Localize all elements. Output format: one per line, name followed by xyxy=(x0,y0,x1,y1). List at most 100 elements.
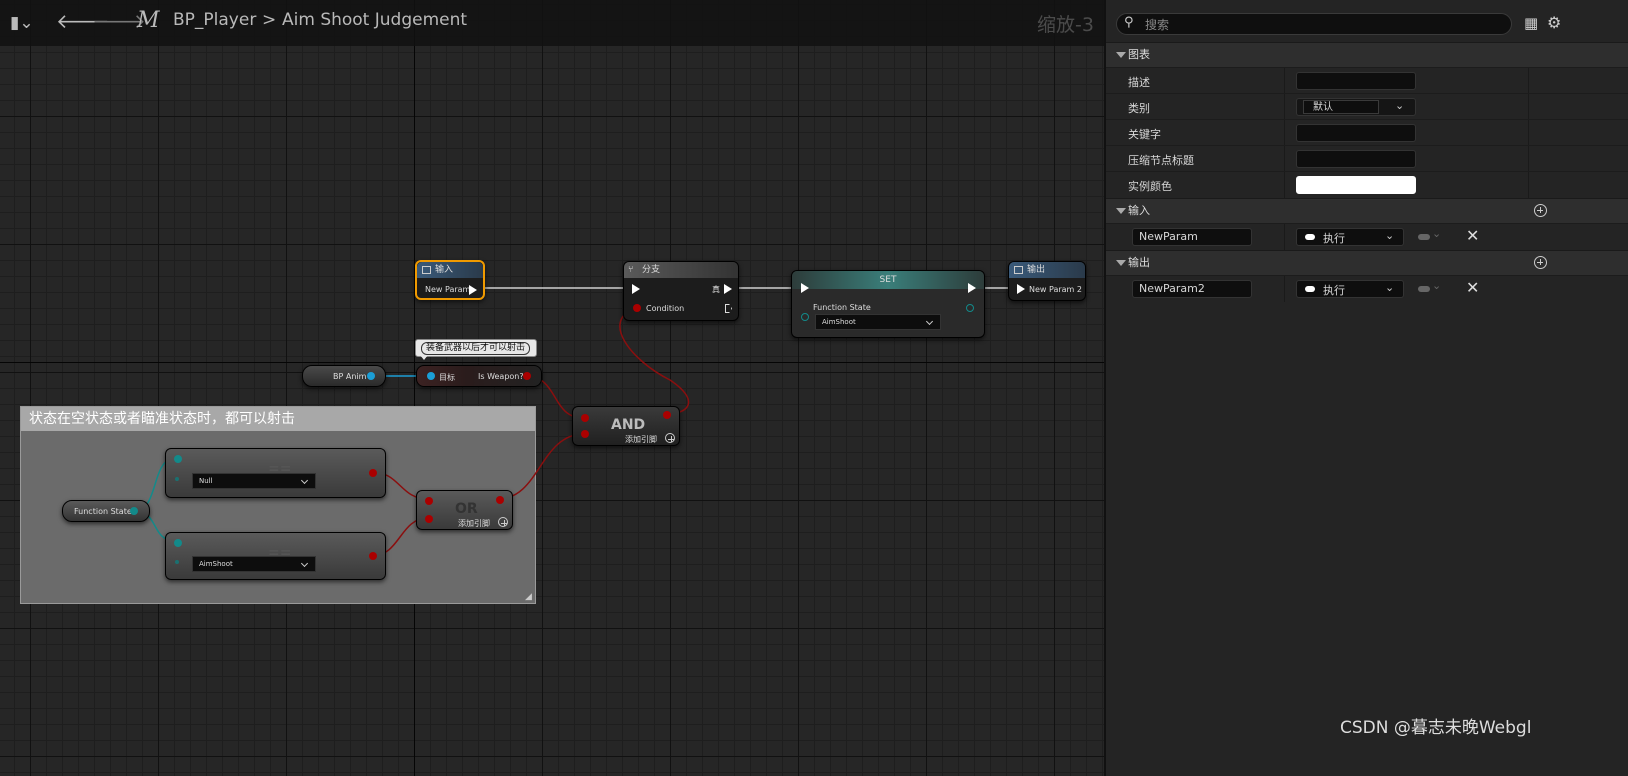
chevron-down-icon: ⌄ xyxy=(1385,229,1395,242)
is-weapon-node[interactable]: 目标 Is Weapon? xyxy=(416,365,542,387)
output-param-row: NewParam2 执行 ⌄ ⌄ ✕ xyxy=(1106,275,1628,302)
equal-node-aimshoot[interactable]: == AimShoot xyxy=(165,532,386,580)
search-input[interactable] xyxy=(1143,15,1507,35)
equal-in-pin-b[interactable] xyxy=(175,560,179,564)
add-output-icon[interactable] xyxy=(1534,256,1547,269)
add-input-icon[interactable] xyxy=(1534,204,1547,217)
function-entry-node[interactable]: 输入 New Param xyxy=(415,260,485,300)
exec-type-icon xyxy=(1305,286,1315,292)
row-label: 描述 xyxy=(1128,76,1150,89)
equal-value-dropdown[interactable]: AimShoot xyxy=(192,556,316,572)
category-combo[interactable]: 默认 ⌄ xyxy=(1296,98,1416,116)
blueprint-graph[interactable]: ▮⌄ 🡐 🡒 M BP_Player > Aim Shoot Judgement… xyxy=(0,0,1104,776)
chevron-down-icon[interactable]: ⌄ xyxy=(1432,279,1441,292)
close-icon[interactable]: ✕ xyxy=(1466,278,1479,297)
or-node[interactable]: OR 添加引脚 xyxy=(416,490,513,530)
keywords-row: 关键字 xyxy=(1106,119,1628,146)
collapse-arrow-icon xyxy=(1116,52,1126,58)
close-icon[interactable]: ✕ xyxy=(1466,226,1479,245)
chevron-down-icon xyxy=(300,476,309,485)
equal-value-dropdown[interactable]: Null xyxy=(192,473,316,489)
condition-label: Condition xyxy=(646,304,685,313)
branch-node-title: 分支 xyxy=(642,265,661,275)
condition-pin[interactable] xyxy=(633,304,641,312)
exec-in-pin[interactable] xyxy=(1017,284,1025,294)
inputs-section-header[interactable]: 输入 xyxy=(1106,198,1628,223)
equal-value-text: Null xyxy=(199,477,213,485)
or-add-pin-label[interactable]: 添加引脚 xyxy=(458,518,490,529)
bp-anim-variable-node[interactable]: BP Anim xyxy=(302,365,386,387)
instance-color-row: 实例颜色 xyxy=(1106,171,1628,198)
add-pin-icon[interactable] xyxy=(498,517,508,527)
and-in-pin-b[interactable] xyxy=(581,430,589,438)
chevron-down-icon[interactable]: ⌄ xyxy=(1432,227,1441,240)
search-bar[interactable]: ⚲ xyxy=(1116,13,1512,35)
table-view-icon[interactable]: ▦ xyxy=(1524,14,1538,32)
description-row: 描述 xyxy=(1106,67,1628,94)
and-add-pin-label[interactable]: 添加引脚 xyxy=(625,434,657,445)
input-param-type-combo[interactable]: 执行 ⌄ xyxy=(1296,228,1404,246)
target-label: 目标 xyxy=(439,373,455,382)
is-weapon-out-pin[interactable] xyxy=(523,372,531,380)
or-in-pin-b[interactable] xyxy=(425,515,433,523)
exec-in-pin[interactable] xyxy=(801,283,809,293)
equal-in-pin-a[interactable] xyxy=(174,455,182,463)
category-value[interactable]: 默认 xyxy=(1303,100,1379,114)
graph-section-header[interactable]: 图表 xyxy=(1106,42,1628,67)
section-title: 输出 xyxy=(1128,256,1150,269)
equal-value-text: AimShoot xyxy=(199,560,233,568)
set-node[interactable]: SET Function State AimShoot xyxy=(791,270,985,338)
equal-node-null[interactable]: == Null xyxy=(165,448,386,498)
target-pin[interactable] xyxy=(427,372,435,380)
chevron-down-icon[interactable]: ⌄ xyxy=(1395,99,1404,112)
node-comment-bubble[interactable]: 装备武器以后才可以射击 xyxy=(415,339,537,360)
equal-out-pin[interactable] xyxy=(369,552,377,560)
true-pin-label: 真 xyxy=(712,285,720,294)
gear-icon[interactable]: ⚙ xyxy=(1547,13,1561,32)
row-label: 压缩节点标题 xyxy=(1128,154,1194,167)
resize-handle-icon[interactable]: ◢ xyxy=(525,592,532,602)
pass-by-ref-icon[interactable] xyxy=(1418,286,1430,292)
function-return-node[interactable]: 输出 New Param 2 xyxy=(1008,261,1086,301)
description-input[interactable] xyxy=(1296,72,1416,90)
bp-anim-out-pin[interactable] xyxy=(367,372,375,380)
equal-out-pin[interactable] xyxy=(369,469,377,477)
set-value-dropdown[interactable]: AimShoot xyxy=(815,314,941,330)
output-param-type: 执行 xyxy=(1323,284,1345,297)
entry-node-title: 输入 xyxy=(435,265,454,275)
or-in-pin-a[interactable] xyxy=(425,497,433,505)
function-icon xyxy=(1014,266,1023,274)
set-output-pin[interactable] xyxy=(966,304,974,312)
function-state-variable-node[interactable]: Function State xyxy=(62,500,150,522)
and-node[interactable]: AND 添加引脚 xyxy=(572,406,680,446)
equal-in-pin-a[interactable] xyxy=(174,539,182,547)
pass-by-ref-icon[interactable] xyxy=(1418,234,1430,240)
watermark: CSDN @暮志未晚Webgl xyxy=(1340,718,1532,738)
or-out-pin[interactable] xyxy=(496,496,504,504)
keywords-input[interactable] xyxy=(1296,124,1416,142)
instance-color-swatch[interactable] xyxy=(1296,176,1416,194)
output-param-name[interactable]: NewParam2 xyxy=(1132,280,1252,298)
compact-title-row: 压缩节点标题 xyxy=(1106,145,1628,172)
set-value-pin[interactable] xyxy=(801,313,809,321)
equal-in-pin-b[interactable] xyxy=(175,477,179,481)
input-param-name[interactable]: NewParam xyxy=(1132,228,1252,246)
collapse-arrow-icon xyxy=(1116,260,1126,266)
branch-icon: ⑂ xyxy=(628,265,634,275)
section-title: 输入 xyxy=(1128,204,1150,217)
add-pin-icon[interactable] xyxy=(665,433,675,443)
wires xyxy=(133,287,1013,557)
and-out-pin[interactable] xyxy=(663,411,671,419)
outputs-section-header[interactable]: 输出 xyxy=(1106,250,1628,275)
compact-title-input[interactable] xyxy=(1296,150,1416,168)
true-exec-pin[interactable] xyxy=(724,284,732,294)
exec-out-pin[interactable] xyxy=(968,283,976,293)
exec-out-pin[interactable] xyxy=(469,285,477,295)
exec-in-pin[interactable] xyxy=(632,284,640,294)
branch-node[interactable]: ⑂ 分支 真 Condition xyxy=(623,261,739,321)
false-exec-pin[interactable] xyxy=(725,304,732,313)
and-in-pin-a[interactable] xyxy=(581,414,589,422)
collapse-arrow-icon xyxy=(1116,208,1126,214)
output-param-type-combo[interactable]: 执行 ⌄ xyxy=(1296,280,1404,298)
function-state-out-pin[interactable] xyxy=(130,507,138,515)
